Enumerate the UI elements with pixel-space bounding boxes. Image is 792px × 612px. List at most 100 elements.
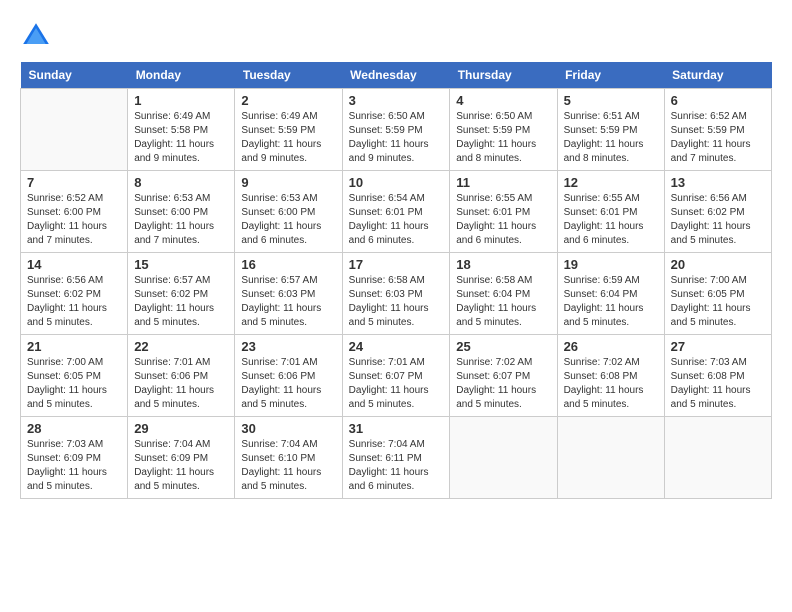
day-number: 18: [456, 257, 550, 272]
daylight: Daylight: 11 hours and 5 minutes.: [456, 385, 536, 410]
week-row-3: 21 Sunrise: 7:00 AM Sunset: 6:05 PM Dayl…: [21, 335, 772, 417]
cell-info: Sunrise: 7:01 AM Sunset: 6:06 PM Dayligh…: [134, 356, 228, 412]
daylight: Daylight: 11 hours and 5 minutes.: [349, 385, 429, 410]
calendar-cell: 16 Sunrise: 6:57 AM Sunset: 6:03 PM Dayl…: [235, 253, 342, 335]
day-number: 13: [671, 175, 765, 190]
calendar-cell: [557, 417, 664, 499]
sunrise: Sunrise: 7:01 AM: [134, 357, 210, 368]
sunrise: Sunrise: 6:50 AM: [456, 111, 532, 122]
sunset: Sunset: 5:59 PM: [349, 125, 423, 136]
page-header: [20, 20, 772, 52]
daylight: Daylight: 11 hours and 6 minutes.: [241, 221, 321, 246]
calendar-cell: 20 Sunrise: 7:00 AM Sunset: 6:05 PM Dayl…: [664, 253, 771, 335]
sunset: Sunset: 6:01 PM: [456, 207, 530, 218]
day-number: 15: [134, 257, 228, 272]
cell-info: Sunrise: 6:53 AM Sunset: 6:00 PM Dayligh…: [134, 192, 228, 248]
daylight: Daylight: 11 hours and 5 minutes.: [564, 385, 644, 410]
sunset: Sunset: 5:59 PM: [671, 125, 745, 136]
cell-info: Sunrise: 7:03 AM Sunset: 6:09 PM Dayligh…: [27, 438, 121, 494]
calendar-cell: 31 Sunrise: 7:04 AM Sunset: 6:11 PM Dayl…: [342, 417, 450, 499]
logo-icon: [20, 20, 52, 52]
calendar-cell: 18 Sunrise: 6:58 AM Sunset: 6:04 PM Dayl…: [450, 253, 557, 335]
sunset: Sunset: 5:59 PM: [241, 125, 315, 136]
day-number: 3: [349, 93, 444, 108]
day-number: 8: [134, 175, 228, 190]
daylight: Daylight: 11 hours and 5 minutes.: [456, 303, 536, 328]
cell-info: Sunrise: 6:58 AM Sunset: 6:03 PM Dayligh…: [349, 274, 444, 330]
day-number: 26: [564, 339, 658, 354]
daylight: Daylight: 11 hours and 9 minutes.: [349, 139, 429, 164]
sunrise: Sunrise: 7:02 AM: [564, 357, 640, 368]
daylight: Daylight: 11 hours and 9 minutes.: [134, 139, 214, 164]
calendar-cell: 22 Sunrise: 7:01 AM Sunset: 6:06 PM Dayl…: [128, 335, 235, 417]
sunrise: Sunrise: 6:52 AM: [671, 111, 747, 122]
sunset: Sunset: 6:10 PM: [241, 453, 315, 464]
cell-info: Sunrise: 6:52 AM Sunset: 6:00 PM Dayligh…: [27, 192, 121, 248]
calendar-cell: [21, 89, 128, 171]
cell-info: Sunrise: 6:56 AM Sunset: 6:02 PM Dayligh…: [27, 274, 121, 330]
sunset: Sunset: 6:00 PM: [27, 207, 101, 218]
day-number: 9: [241, 175, 335, 190]
sunrise: Sunrise: 7:03 AM: [27, 439, 103, 450]
cell-info: Sunrise: 7:02 AM Sunset: 6:08 PM Dayligh…: [564, 356, 658, 412]
daylight: Daylight: 11 hours and 5 minutes.: [27, 303, 107, 328]
sunrise: Sunrise: 6:56 AM: [671, 193, 747, 204]
sunset: Sunset: 6:00 PM: [241, 207, 315, 218]
cell-info: Sunrise: 7:02 AM Sunset: 6:07 PM Dayligh…: [456, 356, 550, 412]
sunset: Sunset: 6:00 PM: [134, 207, 208, 218]
sunset: Sunset: 6:03 PM: [241, 289, 315, 300]
cell-info: Sunrise: 7:00 AM Sunset: 6:05 PM Dayligh…: [671, 274, 765, 330]
day-number: 11: [456, 175, 550, 190]
daylight: Daylight: 11 hours and 5 minutes.: [671, 221, 751, 246]
logo: [20, 20, 56, 52]
calendar-cell: 27 Sunrise: 7:03 AM Sunset: 6:08 PM Dayl…: [664, 335, 771, 417]
calendar-cell: 24 Sunrise: 7:01 AM Sunset: 6:07 PM Dayl…: [342, 335, 450, 417]
calendar-cell: 1 Sunrise: 6:49 AM Sunset: 5:58 PM Dayli…: [128, 89, 235, 171]
cell-info: Sunrise: 7:04 AM Sunset: 6:09 PM Dayligh…: [134, 438, 228, 494]
sunset: Sunset: 6:06 PM: [134, 371, 208, 382]
daylight: Daylight: 11 hours and 5 minutes.: [671, 385, 751, 410]
calendar-cell: 3 Sunrise: 6:50 AM Sunset: 5:59 PM Dayli…: [342, 89, 450, 171]
daylight: Daylight: 11 hours and 8 minutes.: [456, 139, 536, 164]
daylight: Daylight: 11 hours and 5 minutes.: [564, 303, 644, 328]
cell-info: Sunrise: 7:04 AM Sunset: 6:11 PM Dayligh…: [349, 438, 444, 494]
calendar-cell: 6 Sunrise: 6:52 AM Sunset: 5:59 PM Dayli…: [664, 89, 771, 171]
sunset: Sunset: 6:09 PM: [134, 453, 208, 464]
calendar-cell: 25 Sunrise: 7:02 AM Sunset: 6:07 PM Dayl…: [450, 335, 557, 417]
cell-info: Sunrise: 6:54 AM Sunset: 6:01 PM Dayligh…: [349, 192, 444, 248]
sunrise: Sunrise: 7:04 AM: [241, 439, 317, 450]
sunset: Sunset: 6:08 PM: [671, 371, 745, 382]
sunset: Sunset: 6:11 PM: [349, 453, 422, 464]
sunset: Sunset: 6:08 PM: [564, 371, 638, 382]
sunrise: Sunrise: 6:59 AM: [564, 275, 640, 286]
sunset: Sunset: 6:02 PM: [134, 289, 208, 300]
day-number: 4: [456, 93, 550, 108]
cell-info: Sunrise: 7:04 AM Sunset: 6:10 PM Dayligh…: [241, 438, 335, 494]
daylight: Daylight: 11 hours and 5 minutes.: [134, 467, 214, 492]
day-number: 24: [349, 339, 444, 354]
daylight: Daylight: 11 hours and 7 minutes.: [671, 139, 751, 164]
calendar-cell: 29 Sunrise: 7:04 AM Sunset: 6:09 PM Dayl…: [128, 417, 235, 499]
sunrise: Sunrise: 6:55 AM: [564, 193, 640, 204]
cell-info: Sunrise: 6:53 AM Sunset: 6:00 PM Dayligh…: [241, 192, 335, 248]
sunrise: Sunrise: 6:58 AM: [349, 275, 425, 286]
calendar-cell: 26 Sunrise: 7:02 AM Sunset: 6:08 PM Dayl…: [557, 335, 664, 417]
daylight: Daylight: 11 hours and 6 minutes.: [456, 221, 536, 246]
header-wednesday: Wednesday: [342, 62, 450, 89]
day-number: 27: [671, 339, 765, 354]
calendar: SundayMondayTuesdayWednesdayThursdayFrid…: [20, 62, 772, 499]
cell-info: Sunrise: 6:50 AM Sunset: 5:59 PM Dayligh…: [349, 110, 444, 166]
sunrise: Sunrise: 6:56 AM: [27, 275, 103, 286]
cell-info: Sunrise: 6:56 AM Sunset: 6:02 PM Dayligh…: [671, 192, 765, 248]
calendar-cell: [664, 417, 771, 499]
day-number: 29: [134, 421, 228, 436]
sunrise: Sunrise: 7:00 AM: [671, 275, 747, 286]
sunrise: Sunrise: 6:58 AM: [456, 275, 532, 286]
week-row-4: 28 Sunrise: 7:03 AM Sunset: 6:09 PM Dayl…: [21, 417, 772, 499]
day-number: 5: [564, 93, 658, 108]
cell-info: Sunrise: 7:00 AM Sunset: 6:05 PM Dayligh…: [27, 356, 121, 412]
day-number: 25: [456, 339, 550, 354]
daylight: Daylight: 11 hours and 5 minutes.: [27, 467, 107, 492]
daylight: Daylight: 11 hours and 5 minutes.: [241, 385, 321, 410]
day-number: 10: [349, 175, 444, 190]
